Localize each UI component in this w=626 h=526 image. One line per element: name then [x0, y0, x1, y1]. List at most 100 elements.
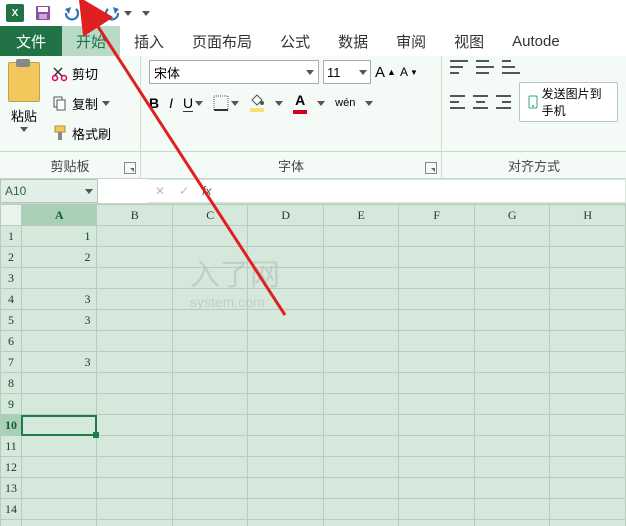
cell-F8[interactable]: [399, 373, 474, 394]
cell-H14[interactable]: [550, 499, 626, 520]
row-header-10[interactable]: 10: [1, 415, 22, 436]
cell-C14[interactable]: [172, 499, 248, 520]
cell-A5[interactable]: 3: [21, 310, 97, 331]
col-header-A[interactable]: A: [21, 205, 97, 226]
cell-B15[interactable]: [97, 520, 173, 526]
border-more-icon[interactable]: [231, 101, 239, 106]
tab-autodesk[interactable]: Autode: [498, 26, 574, 56]
tab-review[interactable]: 审阅: [382, 26, 440, 56]
row-header-5[interactable]: 5: [1, 310, 22, 331]
cell-A8[interactable]: [21, 373, 97, 394]
col-header-H[interactable]: H: [550, 205, 626, 226]
cell-H10[interactable]: [550, 415, 626, 436]
cell-G2[interactable]: [474, 247, 550, 268]
cell-D3[interactable]: [248, 268, 324, 289]
cell-D8[interactable]: [248, 373, 324, 394]
cell-B6[interactable]: [97, 331, 173, 352]
cell-B1[interactable]: [97, 226, 173, 247]
underline-button[interactable]: U: [183, 95, 203, 112]
cell-H9[interactable]: [550, 394, 626, 415]
cell-D14[interactable]: [248, 499, 324, 520]
align-right-button[interactable]: [496, 95, 511, 109]
cell-D12[interactable]: [248, 457, 324, 478]
cell-G9[interactable]: [474, 394, 550, 415]
cell-G1[interactable]: [474, 226, 550, 247]
cell-G13[interactable]: [474, 478, 550, 499]
row-header-14[interactable]: 14: [1, 499, 22, 520]
cell-A14[interactable]: [21, 499, 97, 520]
cell-F14[interactable]: [399, 499, 474, 520]
cell-F12[interactable]: [399, 457, 474, 478]
col-header-C[interactable]: C: [172, 205, 248, 226]
cell-H5[interactable]: [550, 310, 626, 331]
cell-A13[interactable]: [21, 478, 97, 499]
cell-H12[interactable]: [550, 457, 626, 478]
cell-A10[interactable]: [21, 415, 97, 436]
row-header-11[interactable]: 11: [1, 436, 22, 457]
tab-layout[interactable]: 页面布局: [178, 26, 266, 56]
col-header-B[interactable]: B: [97, 205, 173, 226]
fx-icon[interactable]: fx: [196, 184, 217, 198]
tab-data[interactable]: 数据: [324, 26, 382, 56]
cell-B3[interactable]: [97, 268, 173, 289]
cell-F13[interactable]: [399, 478, 474, 499]
spreadsheet-grid[interactable]: ABCDEFGH11223435367389101112131415: [0, 204, 626, 526]
cell-G4[interactable]: [474, 289, 550, 310]
send-to-phone-button[interactable]: 发送图片到手机: [519, 82, 618, 122]
cell-E12[interactable]: [323, 457, 398, 478]
cell-A15[interactable]: [21, 520, 97, 526]
cell-F10[interactable]: [399, 415, 474, 436]
cell-H4[interactable]: [550, 289, 626, 310]
cell-B12[interactable]: [97, 457, 173, 478]
font-size-select[interactable]: 11: [323, 60, 371, 84]
cell-G12[interactable]: [474, 457, 550, 478]
row-header-8[interactable]: 8: [1, 373, 22, 394]
bold-button[interactable]: B: [149, 95, 159, 111]
undo-more-icon[interactable]: [84, 11, 92, 16]
cell-H15[interactable]: [550, 520, 626, 526]
cell-E8[interactable]: [323, 373, 398, 394]
cell-A6[interactable]: [21, 331, 97, 352]
cell-C8[interactable]: [172, 373, 248, 394]
cell-F3[interactable]: [399, 268, 474, 289]
cell-B7[interactable]: [97, 352, 173, 373]
phonetic-more-icon[interactable]: [365, 101, 373, 106]
cell-G11[interactable]: [474, 436, 550, 457]
save-button[interactable]: [31, 2, 55, 24]
cell-H7[interactable]: [550, 352, 626, 373]
cell-C1[interactable]: [172, 226, 248, 247]
cell-H13[interactable]: [550, 478, 626, 499]
copy-button[interactable]: 复制: [52, 94, 111, 113]
cell-G7[interactable]: [474, 352, 550, 373]
cell-A7[interactable]: 3: [21, 352, 97, 373]
align-top-button[interactable]: [450, 60, 468, 74]
cell-E13[interactable]: [323, 478, 398, 499]
align-middle-button[interactable]: [476, 60, 494, 74]
cell-E7[interactable]: [323, 352, 398, 373]
cell-F11[interactable]: [399, 436, 474, 457]
tab-home[interactable]: 开始: [62, 26, 120, 56]
redo-more-icon[interactable]: [124, 11, 132, 16]
cell-B8[interactable]: [97, 373, 173, 394]
border-button[interactable]: [213, 95, 239, 111]
cell-B9[interactable]: [97, 394, 173, 415]
copy-more-icon[interactable]: [102, 101, 110, 106]
format-painter-button[interactable]: 格式刷: [52, 124, 111, 143]
cell-B10[interactable]: [97, 415, 173, 436]
underline-more-icon[interactable]: [195, 101, 203, 106]
cell-A2[interactable]: 2: [21, 247, 97, 268]
cell-D13[interactable]: [248, 478, 324, 499]
cell-D6[interactable]: [248, 331, 324, 352]
paste-more-icon[interactable]: [20, 127, 28, 132]
cell-C15[interactable]: [172, 520, 248, 526]
cell-H8[interactable]: [550, 373, 626, 394]
cell-F15[interactable]: [399, 520, 474, 526]
cell-B14[interactable]: [97, 499, 173, 520]
row-header-9[interactable]: 9: [1, 394, 22, 415]
font-name-select[interactable]: 宋体: [149, 60, 319, 84]
cell-A4[interactable]: 3: [21, 289, 97, 310]
cell-E5[interactable]: [323, 310, 398, 331]
cell-G5[interactable]: [474, 310, 550, 331]
col-header-F[interactable]: F: [399, 205, 474, 226]
cell-D1[interactable]: [248, 226, 324, 247]
